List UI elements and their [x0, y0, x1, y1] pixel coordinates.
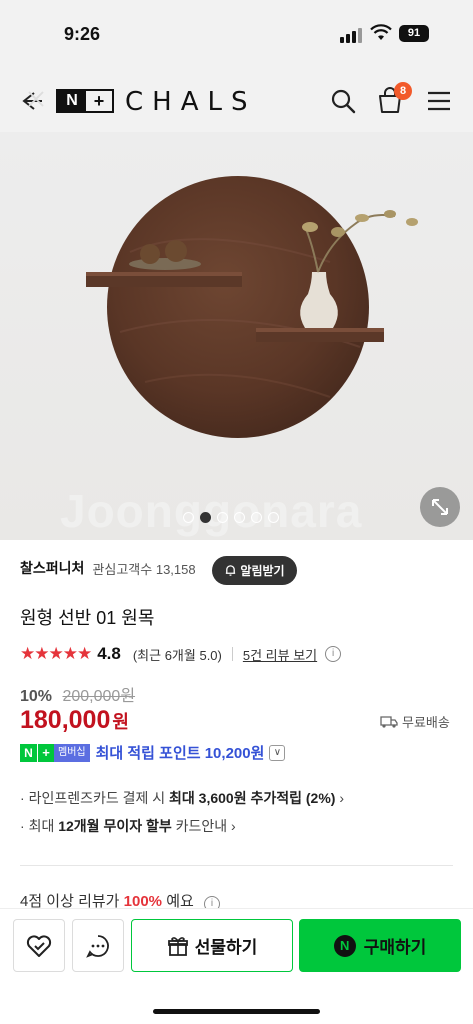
close-icon	[28, 91, 44, 107]
truck-icon	[380, 715, 398, 728]
follow-label: 관심고객수	[92, 561, 153, 577]
bell-icon	[226, 565, 236, 576]
shipping-info: 무료배송	[380, 712, 450, 731]
follow-count: 관심고객수 13,158	[92, 559, 195, 578]
badge-plus: +	[37, 743, 54, 762]
carousel-dot[interactable]	[183, 512, 194, 523]
bottom-action-bar: 선물하기 N 구매하기	[0, 908, 473, 1024]
benefit-highlight: 최대 3,600원 추가적립 (2%)	[169, 790, 336, 806]
chevron-right-icon: ›	[231, 818, 236, 834]
logo-plus: +	[93, 91, 105, 111]
chevron-right-icon: ›	[339, 790, 345, 806]
menu-icon[interactable]	[427, 91, 451, 111]
back-icon[interactable]	[16, 86, 46, 116]
status-bar: 9:26 91	[0, 0, 473, 70]
benefit-text: 카드안내	[171, 818, 228, 834]
carousel-dot[interactable]	[268, 512, 279, 523]
product-image[interactable]: Joonggonara	[0, 132, 473, 540]
membership-badge: N + 멤버십	[20, 743, 90, 762]
recent-rating: (최근 6개월 5.0)	[132, 647, 222, 663]
original-price: 200,000원	[62, 688, 136, 705]
gift-icon	[167, 936, 188, 956]
carousel-dot[interactable]	[217, 512, 228, 523]
brand-name[interactable]: CHALS	[125, 87, 256, 117]
benefit-text: 최대	[28, 818, 59, 834]
product-title: 원형 선반 01 원목	[20, 608, 155, 628]
chat-button[interactable]	[72, 919, 124, 972]
carousel-dots[interactable]	[183, 512, 279, 523]
benefit-highlight: 12개월 무이자 할부	[58, 818, 172, 834]
carousel-dot[interactable]	[251, 512, 262, 523]
benefit-text: 라인프렌즈카드 결제 시	[28, 790, 170, 806]
wishlist-button[interactable]	[13, 919, 65, 972]
naver-n-icon: N	[333, 934, 356, 957]
home-indicator[interactable]	[153, 1009, 320, 1014]
review-link[interactable]: 5건 리뷰 보기	[243, 645, 317, 664]
store-name[interactable]: 찰스퍼니처	[20, 558, 84, 578]
badge-n: N	[20, 743, 37, 762]
status-time: 9:26	[64, 24, 101, 44]
carousel-dot[interactable]	[234, 512, 245, 523]
gift-button[interactable]: 선물하기	[131, 919, 293, 972]
expand-button[interactable]	[420, 487, 460, 527]
notify-button[interactable]: 알림받기	[212, 556, 297, 585]
app-header: N + CHALS 8	[0, 70, 473, 132]
wifi-icon	[370, 24, 392, 40]
heart-check-icon	[26, 934, 52, 957]
currency: 원	[112, 712, 129, 732]
max-points: 최대 적립 포인트 10,200원	[95, 745, 265, 762]
sale-price: 180,000	[20, 706, 111, 734]
logo-n: N	[58, 91, 86, 111]
card-benefit[interactable]: · 라인프렌즈카드 결제 시 최대 3,600원 추가적립 (2%) ›	[20, 788, 344, 808]
follow-count-value: 13,158	[155, 561, 196, 577]
watermark: Joonggonara	[60, 485, 363, 537]
store-row: 찰스퍼니처 관심고객수 13,158	[20, 558, 196, 578]
section-divider	[20, 865, 453, 866]
rating-value: 4.8	[97, 644, 121, 663]
installment-benefit[interactable]: · 최대 12개월 무이자 할부 카드안내 ›	[20, 816, 236, 836]
round-shelf-illustration	[86, 176, 418, 438]
points-row[interactable]: N + 멤버십 최대 적립 포인트 10,200원 ∨	[20, 742, 286, 763]
search-icon[interactable]	[330, 88, 356, 114]
info-icon[interactable]: i	[325, 646, 342, 662]
signal-icon	[340, 28, 362, 43]
cart-count-badge: 8	[394, 82, 412, 100]
notify-button-label: 알림받기	[240, 564, 285, 578]
discount-rate: 10%	[20, 688, 53, 705]
buy-label: 구매하기	[363, 938, 427, 957]
discount-row: 10% 200,000원	[20, 682, 135, 706]
gift-label: 선물하기	[194, 938, 258, 957]
price-row: 180,000 원	[20, 706, 129, 735]
rating-stars: ★★★★★	[20, 644, 92, 663]
naver-plus-logo[interactable]: N +	[56, 89, 114, 113]
carousel-dot-active[interactable]	[200, 512, 211, 523]
chat-icon	[86, 934, 109, 958]
badge-membership: 멤버십	[54, 743, 90, 762]
rating-row: ★★★★★ 4.8 (최근 6개월 5.0) 5건 리뷰 보기 i	[20, 644, 342, 664]
expand-icon	[432, 499, 448, 515]
shipping-label: 무료배송	[402, 715, 450, 730]
chevron-down-icon[interactable]: ∨	[269, 744, 286, 761]
battery-indicator: 91	[399, 25, 429, 42]
buy-button[interactable]: N 구매하기	[299, 919, 461, 972]
divider	[231, 647, 233, 661]
